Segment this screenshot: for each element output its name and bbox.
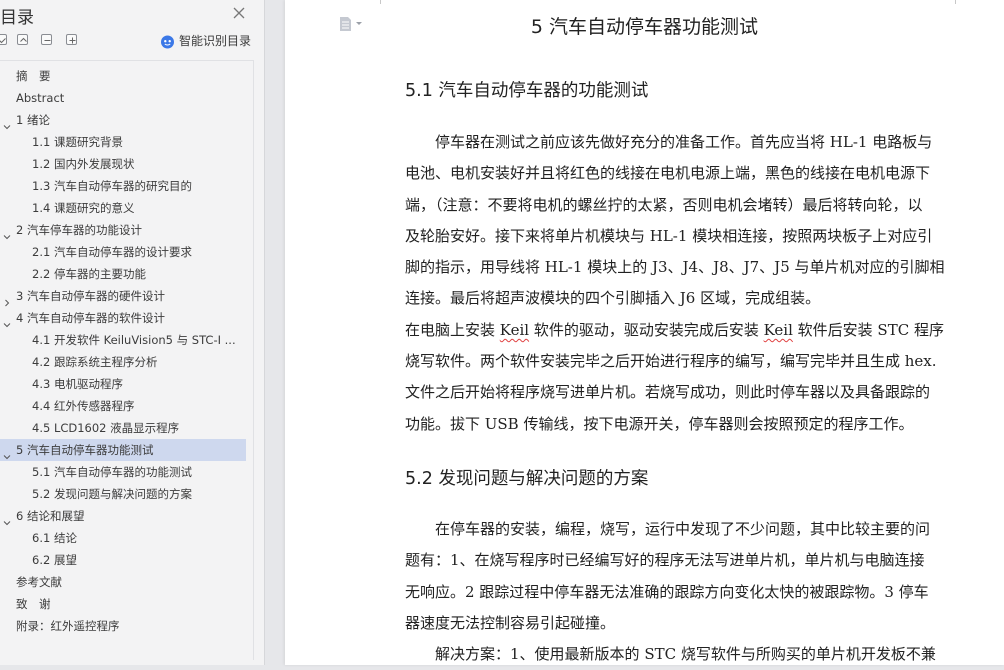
- toc-item-label: 附录：红外遥控程序: [16, 619, 120, 633]
- toc-item[interactable]: 3 汽车自动停车器的硬件设计: [0, 285, 246, 307]
- text-line: 在电脑上安装 Keil 软件的驱动，驱动安装完成后安装 Keil 软件后安装 S…: [405, 315, 960, 346]
- toc-item-label: 4.4 红外传感器程序: [32, 399, 135, 413]
- toc-item-label: 5.1 汽车自动停车器的功能测试: [32, 465, 192, 479]
- text-line: 功能。拔下 USB 传输线，按下电源开关，停车器则会按照预定的程序工作。: [405, 414, 914, 433]
- toc-item[interactable]: 摘 要: [0, 65, 246, 87]
- toc-item[interactable]: 5.1 汽车自动停车器的功能测试: [0, 461, 246, 483]
- toc-list[interactable]: 摘 要 Abstract 1 绪论 1.1 课题研究背景 1.2 国内外发展现状 1.3 …: [0, 60, 254, 660]
- toc-item[interactable]: 4.5 LCD1602 液晶显示程序: [0, 417, 246, 439]
- text-line: 题有：1、在烧写程序时已经编写好的程序无法写进单片机，单片机与电脑连接: [405, 551, 925, 570]
- document-area[interactable]: 5 汽车自动停车器功能测试 5.1 汽车自动停车器的功能测试 停车器在测试之前应…: [265, 0, 1004, 665]
- toc-item-label: 5 汽车自动停车器功能测试: [16, 443, 154, 457]
- text-run: 软件的驱动，驱动安装完成后安装: [529, 320, 764, 339]
- page-margin-mark: [955, 0, 956, 4]
- toc-item-label: 2.2 停车器的主要功能: [32, 267, 146, 281]
- toc-item[interactable]: 4.1 开发软件 KeiluVision5 与 STC-I ...: [0, 329, 246, 351]
- text-line: 停车器在测试之前应该先做好充分的准备工作。首先应当将 HL-1 电路板与: [435, 133, 933, 151]
- chapter-title: 5 汽车自动停车器功能测试: [530, 16, 759, 38]
- toc-item[interactable]: 1 绪论: [0, 109, 246, 131]
- toc-item-label: 4.5 LCD1602 液晶显示程序: [32, 421, 180, 435]
- toc-item[interactable]: 附录：红外遥控程序: [0, 615, 246, 637]
- toc-item-label: 1.1 课题研究背景: [32, 135, 123, 149]
- paragraph: 在停车器的安装，编程，烧写，运行中发现了不少问题，其中比较主要的问 题有：1、在…: [405, 514, 960, 670]
- text-line: 烧写软件。两个软件安装完毕之后开始进行程序的编写，编写完毕并且生成 hex.: [405, 352, 937, 371]
- toc-item[interactable]: 6 结论和展望: [0, 505, 246, 527]
- paragraph: 停车器在测试之前应该先做好充分的准备工作。首先应当将 HL-1 电路板与 电池、…: [405, 127, 960, 440]
- toc-item-label: 1 绪论: [16, 113, 50, 127]
- toc-item-label: 1.3 汽车自动停车器的研究目的: [32, 179, 192, 193]
- toc-item[interactable]: 5.2 发现问题与解决问题的方案: [0, 483, 246, 505]
- toc-header: 目录 智能识别目录: [0, 0, 265, 56]
- toc-item-label: 4.3 电机驱动程序: [32, 377, 123, 391]
- toc-item[interactable]: 1.4 课题研究的意义: [0, 197, 246, 219]
- toc-item-label: 致 谢: [16, 597, 51, 611]
- toc-item-label: 4 汽车自动停车器的软件设计: [16, 311, 165, 325]
- expand-up-icon[interactable]: [17, 34, 28, 45]
- toc-item-label: 6.2 展望: [32, 553, 77, 567]
- spellcheck-word: Keil: [499, 320, 530, 339]
- toc-item[interactable]: 6.2 展望: [0, 549, 246, 571]
- text-line: 端，（注意：不要将电机的螺丝拧的太紧，否则电机会堵转）最后将转向轮，以: [405, 195, 923, 214]
- toc-item-label: 3 汽车自动停车器的硬件设计: [16, 289, 165, 303]
- toc-item-label: 5.2 发现问题与解决问题的方案: [32, 487, 192, 501]
- collapse-icon[interactable]: [41, 34, 52, 45]
- chevron-down-icon[interactable]: [3, 314, 11, 328]
- toc-item-label: 4.1 开发软件 KeiluVision5 与 STC-I ...: [32, 333, 236, 347]
- toc-item[interactable]: 2.2 停车器的主要功能: [0, 263, 246, 285]
- section-title: 5.1 汽车自动停车器的功能测试: [405, 81, 649, 101]
- toc-item-label: 2.1 汽车自动停车器的设计要求: [32, 245, 192, 259]
- text-line: 及轮胎安好。接下来将单片机模块与 HL-1 模块相连接，按照两块板子上对应引: [405, 226, 933, 245]
- close-icon[interactable]: [232, 5, 246, 19]
- chevron-down-icon[interactable]: [3, 446, 11, 460]
- toc-item[interactable]: 4.4 红外传感器程序: [0, 395, 246, 417]
- text-run: 软件后安装 STC 程序: [792, 320, 944, 339]
- toc-item-label: 6 结论和展望: [16, 509, 85, 523]
- chevron-right-icon[interactable]: [3, 292, 11, 307]
- add-icon[interactable]: [66, 34, 77, 45]
- toc-item[interactable]: 4 汽车自动停车器的软件设计: [0, 307, 246, 329]
- toc-item-label: Abstract: [16, 91, 65, 105]
- text-line: 连接。最后将超声波模块的四个引脚插入 J6 区域，完成组装。: [405, 289, 821, 308]
- toc-item[interactable]: 致 谢: [0, 593, 246, 615]
- toc-item[interactable]: Abstract: [0, 87, 246, 109]
- text-line: 解决方案：1、使用最新版本的 STC 烧写软件与所购买的单片机开发板不兼: [435, 645, 936, 664]
- text-line: 器速度无法控制容易引起碰撞。: [405, 613, 616, 632]
- collapse-all-icon[interactable]: [0, 34, 7, 45]
- text-line: 无响应。2 跟踪过程中停车器无法准确的跟踪方向变化太快的被跟踪物。3 停车: [405, 582, 929, 601]
- text-line: 电池、电机安装好并且将红色的线接在电机电源上端，黑色的线接在电机电源下: [405, 164, 931, 183]
- toc-item-label: 1.2 国内外发展现状: [32, 157, 135, 171]
- toc-item[interactable]: 2.1 汽车自动停车器的设计要求: [0, 241, 246, 263]
- toc-item-label: 6.1 结论: [32, 531, 77, 545]
- toc-item-label: 2 汽车停车器的功能设计: [16, 223, 142, 237]
- chevron-down-icon[interactable]: [3, 512, 11, 526]
- chevron-down-icon[interactable]: [3, 116, 11, 130]
- page-margin-mark: [380, 0, 381, 4]
- toc-item-label: 参考文献: [16, 575, 62, 589]
- toc-item[interactable]: 4.3 电机驱动程序: [0, 373, 246, 395]
- toc-item[interactable]: 5 汽车自动停车器功能测试: [0, 439, 246, 461]
- spellcheck-word: Keil: [763, 320, 793, 339]
- document-page[interactable]: 5 汽车自动停车器功能测试 5.1 汽车自动停车器的功能测试 停车器在测试之前应…: [285, 0, 1004, 665]
- toc-item-label: 1.4 课题研究的意义: [32, 201, 135, 215]
- toc-item-label: 摘 要: [16, 69, 51, 83]
- toc-item[interactable]: 6.1 结论: [0, 527, 246, 549]
- toc-item[interactable]: 1.2 国内外发展现状: [0, 153, 246, 175]
- toc-item[interactable]: 1.1 课题研究背景: [0, 131, 246, 153]
- text-run: 在电脑上安装: [405, 320, 500, 339]
- toc-item[interactable]: 4.2 跟踪系统主程序分析: [0, 351, 246, 373]
- toc-item[interactable]: 1.3 汽车自动停车器的研究目的: [0, 175, 246, 197]
- text-line: 脚的指示，用导线将 HL-1 模块上的 J3、J4、J8、J7、J5 与单片机对…: [405, 258, 945, 277]
- toc-item[interactable]: 2 汽车停车器的功能设计: [0, 219, 246, 241]
- chevron-down-icon[interactable]: [3, 226, 11, 240]
- toc-item[interactable]: 参考文献: [0, 571, 246, 593]
- toc-panel: 目录 智能识别目录 摘 要 Abstract 1 绪论 1.1 课题研究背景 1…: [0, 0, 265, 665]
- text-line: 在停车器的安装，编程，烧写，运行中发现了不少问题，其中比较主要的问: [435, 520, 931, 538]
- smart-toc-icon: [160, 34, 175, 53]
- section-title: 5.2 发现问题与解决问题的方案: [405, 469, 649, 489]
- text-line: 文件之后开始将程序烧写进单片机。若烧写成功，则此时停车器以及具备跟踪的: [405, 383, 931, 402]
- toc-title: 目录: [0, 8, 34, 28]
- toc-item-label: 4.2 跟踪系统主程序分析: [32, 355, 158, 369]
- smart-toc-label: 智能识别目录: [179, 34, 252, 48]
